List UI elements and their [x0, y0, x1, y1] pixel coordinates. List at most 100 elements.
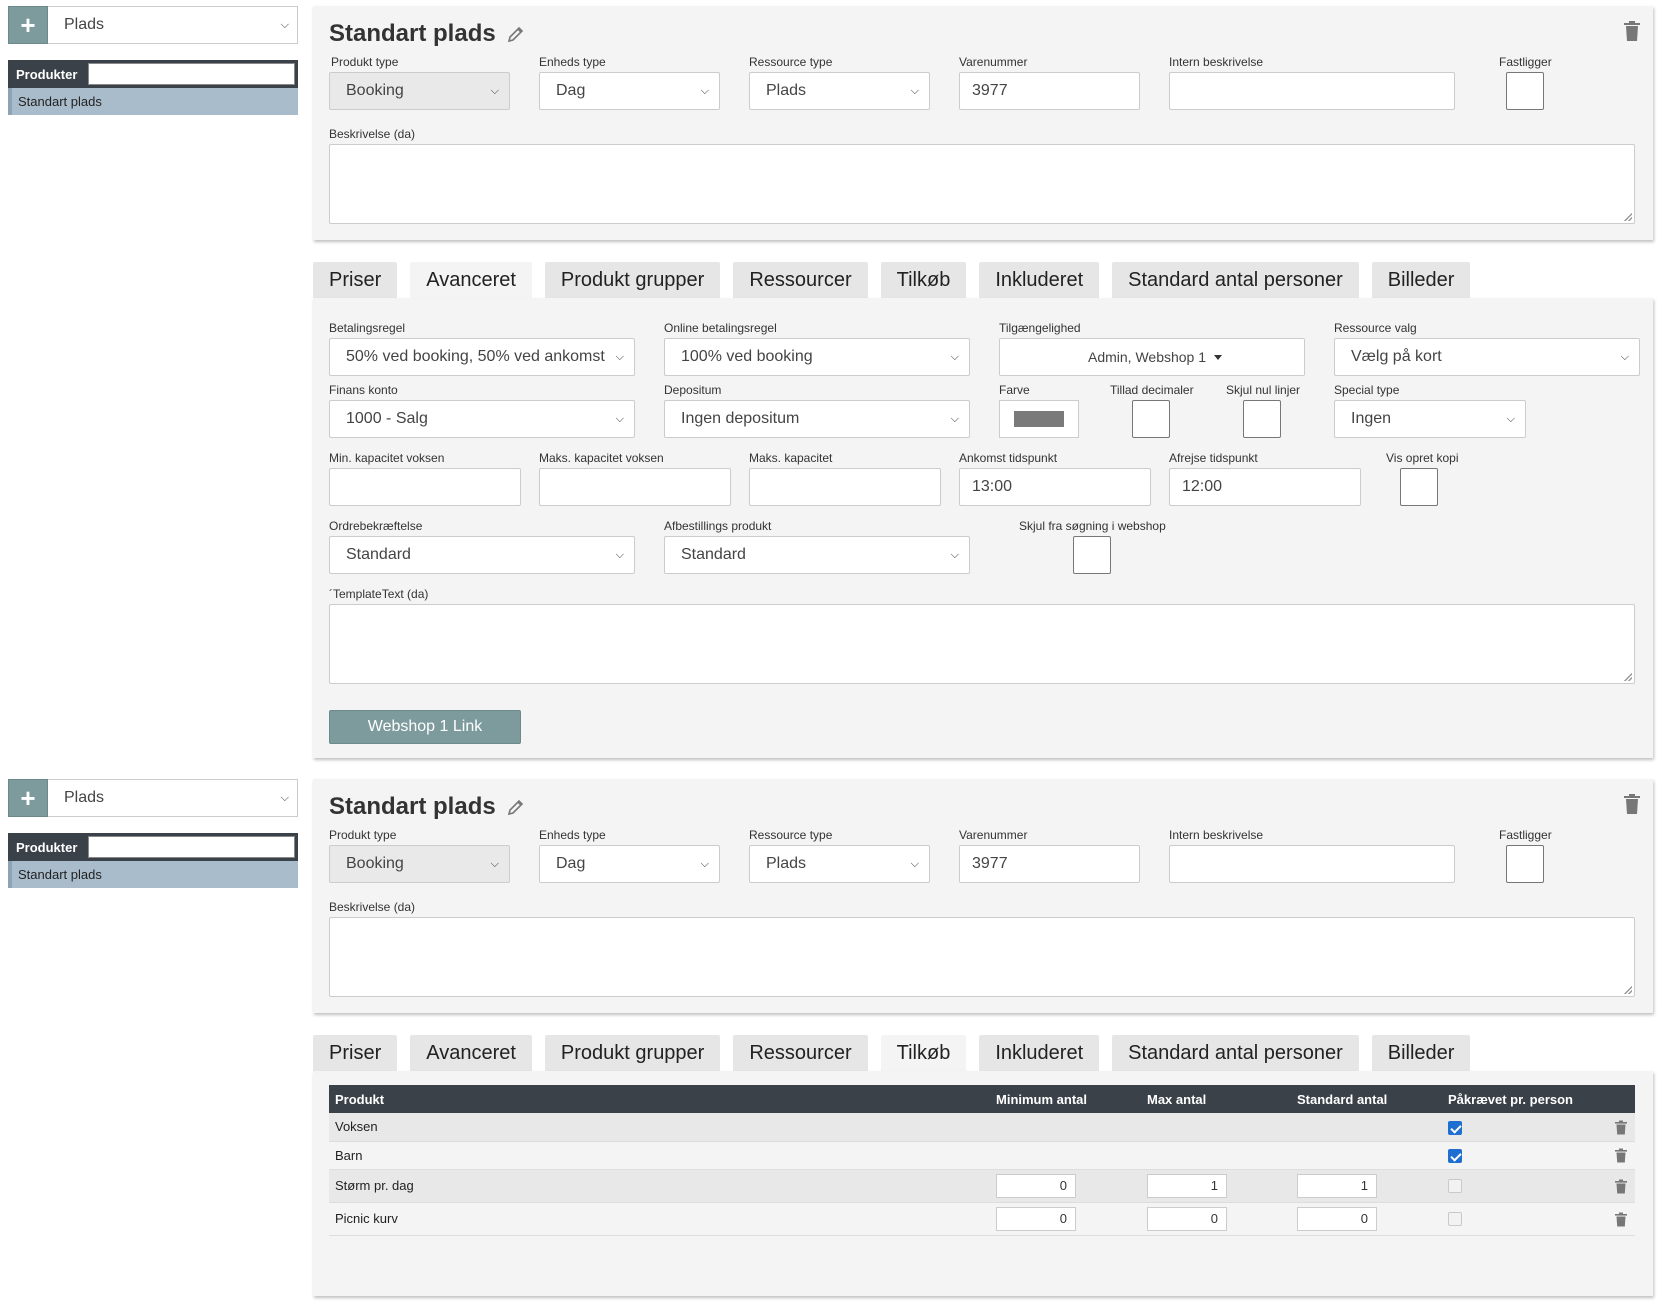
tab-standard-antal-personer[interactable]: Standard antal personer [1112, 1035, 1359, 1071]
max-capacity-label: Maks. kapacitet [749, 451, 833, 465]
tab-standard-antal-personer[interactable]: Standard antal personer [1112, 262, 1359, 298]
allow-decimals-checkbox[interactable] [1132, 400, 1170, 438]
standard-quantity-input[interactable]: 1 [1297, 1173, 1377, 1198]
template-text-textarea[interactable] [329, 604, 1635, 684]
required-checkbox[interactable] [1448, 1212, 1462, 1227]
resource-type-select[interactable]: Plads ⌵ [749, 72, 930, 110]
category-select[interactable]: Plads ⌵ [48, 779, 298, 817]
tab-tilkob[interactable]: Tilkøb [880, 262, 967, 298]
unit-type-select[interactable]: Dag ⌵ [539, 845, 720, 883]
fixed-checkbox[interactable] [1506, 845, 1544, 883]
tab-tilkob[interactable]: Tilkøb [880, 1035, 967, 1071]
tab-produkt-grupper[interactable]: Produkt grupper [544, 262, 721, 298]
internal-description-label: Intern beskrivelse [1169, 828, 1264, 842]
resize-grip-icon[interactable] [1624, 986, 1632, 994]
online-payment-rule-select[interactable]: 100% ved booking ⌵ [664, 338, 970, 376]
color-picker[interactable] [999, 400, 1079, 438]
trash-icon[interactable] [1623, 793, 1641, 815]
advanced-panel: Betalingsregel 50% ved booking, 50% ved … [313, 298, 1653, 758]
internal-description-input[interactable] [1169, 845, 1455, 883]
resource-type-field: Ressource type Plads ⌵ [749, 54, 930, 110]
tab-ressourcer[interactable]: Ressourcer [733, 1035, 868, 1071]
unit-type-select[interactable]: Dag ⌵ [539, 72, 720, 110]
required-checkbox[interactable] [1448, 1120, 1462, 1135]
tab-billeder[interactable]: Billeder [1371, 1035, 1471, 1071]
trash-icon[interactable] [1615, 1148, 1627, 1163]
product-filter-input[interactable] [88, 63, 295, 85]
cancellation-product-select[interactable]: Standard ⌵ [664, 536, 970, 574]
tab-inkluderet[interactable]: Inkluderet [979, 262, 1100, 298]
item-number-input[interactable]: 3977 [959, 845, 1140, 883]
table-header-row: Produkt Minimum antal Max antal Standard… [329, 1085, 1635, 1113]
departure-time-input[interactable]: 12:00 [1169, 468, 1361, 506]
resource-choice-field: Ressource valg Vælg på kort ⌵ [1334, 320, 1640, 376]
product-filter-input[interactable] [88, 836, 295, 858]
max-capacity-adult-input[interactable] [539, 468, 731, 506]
required-checkbox[interactable] [1448, 1179, 1462, 1194]
tab-ressourcer[interactable]: Ressourcer [733, 262, 868, 298]
tab-billeder[interactable]: Billeder [1371, 262, 1471, 298]
sidebar-item-standart-plads[interactable]: Standart plads [8, 88, 298, 115]
arrival-time-input[interactable]: 13:00 [959, 468, 1151, 506]
add-category-button[interactable]: + [8, 779, 48, 817]
description-textarea[interactable] [329, 917, 1635, 997]
trash-icon[interactable] [1623, 20, 1641, 42]
tab-avanceret[interactable]: Avanceret [410, 1035, 532, 1071]
required-checkbox[interactable] [1448, 1148, 1462, 1163]
product-type-select[interactable]: Booking ⌵ [329, 845, 510, 883]
pencil-icon[interactable] [506, 797, 526, 817]
resize-grip-icon[interactable] [1624, 213, 1632, 221]
order-confirmation-select[interactable]: Standard ⌵ [329, 536, 635, 574]
hide-zero-lines-checkbox[interactable] [1243, 400, 1281, 438]
availability-dropdown[interactable]: Admin, Webshop 1 [999, 338, 1305, 376]
add-category-button[interactable]: + [8, 6, 48, 44]
tab-inkluderet[interactable]: Inkluderet [979, 1035, 1100, 1071]
payment-rule-value: 50% ved booking, 50% ved ankomst [346, 348, 605, 365]
finance-account-select[interactable]: 1000 - Salg ⌵ [329, 400, 635, 438]
min-quantity-input[interactable]: 0 [996, 1206, 1076, 1231]
products-header: Produkter [8, 833, 298, 861]
standard-quantity-input[interactable]: 0 [1297, 1206, 1377, 1231]
special-type-select[interactable]: Ingen ⌵ [1334, 400, 1526, 438]
fixed-checkbox[interactable] [1506, 72, 1544, 110]
product-type-value: Booking [346, 855, 404, 872]
item-number-input[interactable]: 3977 [959, 72, 1140, 110]
min-quantity-input[interactable]: 0 [996, 1173, 1076, 1198]
trash-icon[interactable] [1615, 1212, 1627, 1227]
trash-icon[interactable] [1615, 1179, 1627, 1194]
tab-avanceret[interactable]: Avanceret [410, 262, 532, 298]
hide-from-search-checkbox[interactable] [1073, 536, 1111, 574]
fixed-label: Fastligger [1499, 55, 1552, 69]
resource-type-value: Plads [766, 82, 807, 99]
payment-rule-select[interactable]: 50% ved booking, 50% ved ankomst ⌵ [329, 338, 635, 376]
show-create-copy-checkbox[interactable] [1400, 468, 1438, 506]
unit-type-field: Enheds type Dag ⌵ [539, 54, 720, 110]
webshop-link-button[interactable]: Webshop 1 Link [329, 710, 521, 744]
tab-bar: Priser Avanceret Produkt grupper Ressour… [313, 262, 1483, 298]
chevron-down-icon: ⌵ [950, 548, 959, 561]
order-confirmation-value: Standard [346, 546, 411, 563]
pencil-icon[interactable] [506, 24, 526, 44]
hide-from-search-label: Skjul fra søgning i webshop [1019, 519, 1166, 533]
deposit-select[interactable]: Ingen depositum ⌵ [664, 400, 970, 438]
min-capacity-adult-input[interactable] [329, 468, 521, 506]
tab-produkt-grupper[interactable]: Produkt grupper [544, 1035, 721, 1071]
trash-icon[interactable] [1615, 1120, 1627, 1135]
tab-priser[interactable]: Priser [313, 1035, 398, 1071]
category-select[interactable]: Plads ⌵ [48, 6, 298, 44]
chevron-down-icon: ⌵ [615, 350, 624, 363]
product-type-field: Produkt type Booking ⌵ [329, 827, 510, 883]
tab-priser[interactable]: Priser [313, 262, 398, 298]
max-capacity-input[interactable] [749, 468, 941, 506]
resource-choice-select[interactable]: Vælg på kort ⌵ [1334, 338, 1640, 376]
chevron-down-icon: ⌵ [700, 857, 709, 870]
resize-grip-icon[interactable] [1624, 673, 1632, 681]
product-type-select[interactable]: Booking ⌵ [329, 72, 510, 110]
chevron-down-icon: ⌵ [490, 84, 499, 97]
max-quantity-input[interactable]: 1 [1147, 1173, 1227, 1198]
internal-description-input[interactable] [1169, 72, 1455, 110]
resource-type-select[interactable]: Plads ⌵ [749, 845, 930, 883]
sidebar-item-standart-plads[interactable]: Standart plads [8, 861, 298, 888]
max-quantity-input[interactable]: 0 [1147, 1206, 1227, 1231]
description-textarea[interactable] [329, 144, 1635, 224]
